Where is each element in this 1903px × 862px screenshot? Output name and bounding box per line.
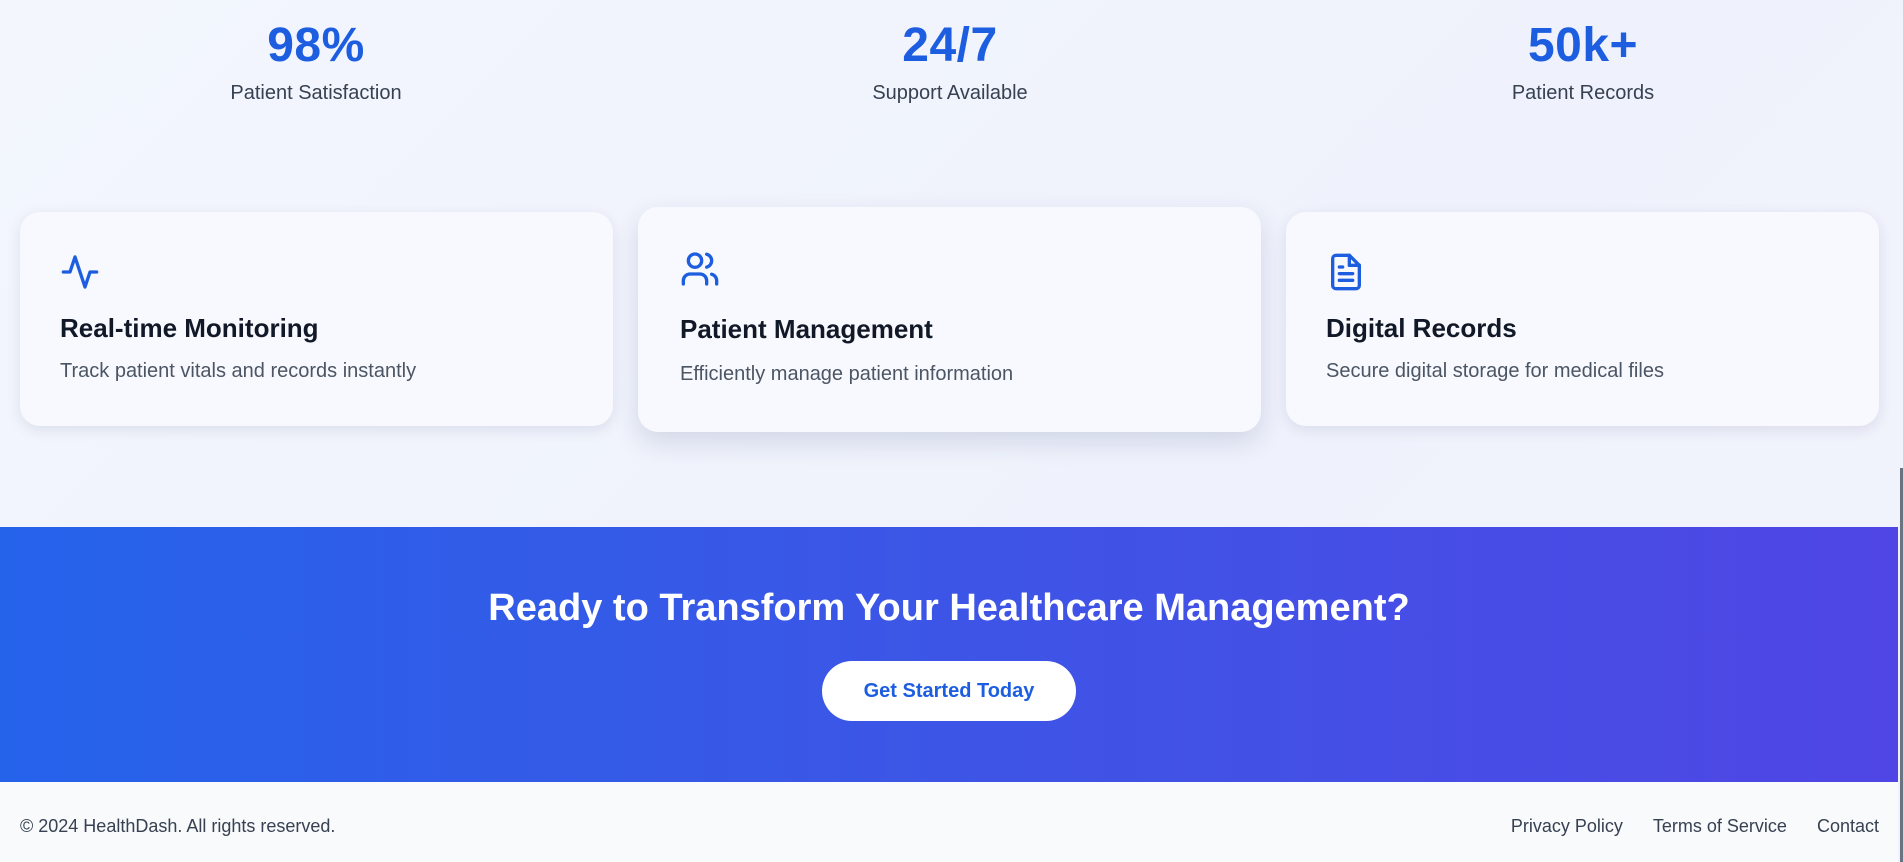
feature-title: Patient Management [680,314,933,344]
feature-description: Efficiently manage patient information [680,363,1014,385]
feature-card-digital-records[interactable]: Digital Records Secure digital storage f… [1286,212,1879,426]
footer: © 2024 HealthDash. All rights reserved. … [0,782,1898,862]
stat-label: Patient Satisfaction [230,82,402,104]
feature-card-monitoring[interactable]: Real-time Monitoring Track patient vital… [20,212,613,426]
feature-title: Digital Records [1326,313,1517,343]
privacy-policy-link[interactable]: Privacy Policy [1511,814,1623,838]
cta-banner: Ready to Transform Your Healthcare Manag… [0,527,1898,782]
stats-section: 98% Patient Satisfaction 24/7 Support Av… [0,0,1903,160]
document-icon [1326,252,1366,292]
get-started-button[interactable]: Get Started Today [822,661,1076,721]
contact-link[interactable]: Contact [1817,814,1879,838]
feature-description: Track patient vitals and records instant… [60,360,417,382]
stat-label: Support Available [872,82,1028,104]
feature-card-patient-management[interactable]: Patient Management Efficiently manage pa… [638,207,1261,432]
feature-description: Secure digital storage for medical files [1326,360,1664,382]
feature-title: Real-time Monitoring [60,313,319,343]
copyright-text: © 2024 HealthDash. All rights reserved. [20,816,336,836]
terms-of-service-link[interactable]: Terms of Service [1653,814,1787,838]
stat-value: 98% [267,19,365,72]
stat-value: 24/7 [902,19,998,72]
stat-patient-satisfaction: 98% Patient Satisfaction [116,0,516,106]
stat-value: 50k+ [1527,19,1639,72]
stat-patient-records: 50k+ Patient Records [1383,0,1783,106]
stat-support-available: 24/7 Support Available [750,0,1150,106]
footer-links: Privacy Policy Terms of Service Contact [1481,814,1879,838]
cta-title: Ready to Transform Your Healthcare Manag… [488,587,1410,629]
users-icon [680,249,720,289]
activity-icon [60,252,100,292]
stat-label: Patient Records [1511,82,1655,104]
